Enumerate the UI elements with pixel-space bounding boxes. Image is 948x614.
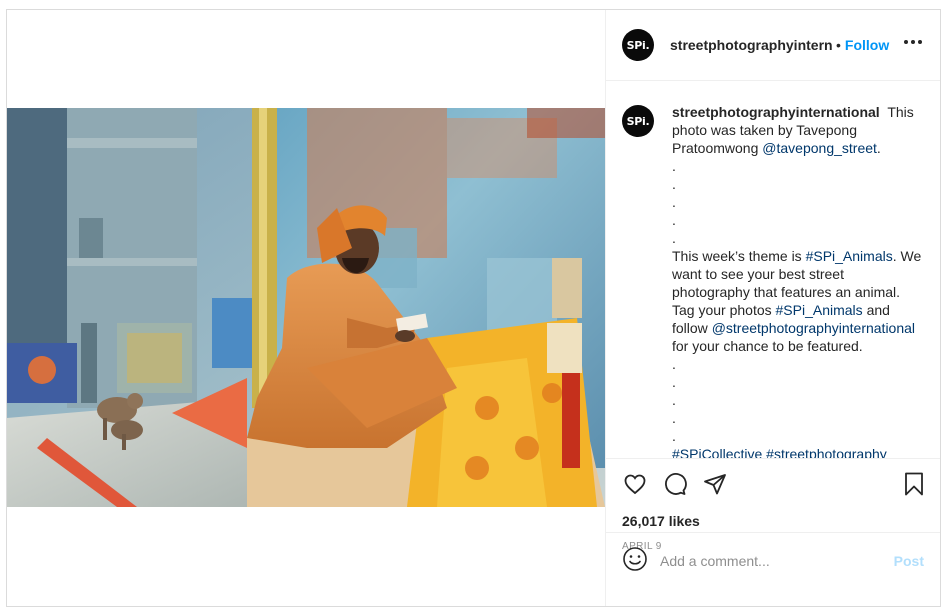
caption-dot-line: .: [672, 374, 676, 390]
caption-dot-line: .: [672, 356, 676, 372]
header-username[interactable]: streetphotographyinternational: [670, 37, 832, 53]
follow-button[interactable]: Follow: [845, 37, 889, 53]
caption-text: This week’s theme is: [672, 248, 802, 264]
caption-period: .: [876, 140, 881, 156]
profile-avatar[interactable]: SPi.: [622, 29, 654, 61]
caption-dot-line: .: [672, 392, 676, 408]
header-separator: •: [836, 37, 841, 53]
add-comment-bar: Add a comment... Post: [606, 532, 940, 588]
mention-link[interactable]: @tavepong_street: [762, 140, 877, 156]
mention-link[interactable]: @streetphotographyinternational: [712, 320, 915, 336]
post-header: SPi. streetphotographyinternational • Fo…: [606, 10, 940, 81]
post-photo[interactable]: [7, 108, 605, 507]
post-actions: 26,017 likes APRIL 9 Add a comment... Po…: [606, 458, 940, 588]
paper-plane-icon[interactable]: [702, 471, 728, 497]
caption-dot-line: .: [672, 428, 676, 444]
caption-dot-line: .: [672, 212, 676, 228]
comments-section[interactable]: SPi. streetphotographyinternational This…: [606, 81, 940, 458]
caption-avatar[interactable]: SPi.: [622, 105, 654, 137]
post-side-panel: SPi. streetphotographyinternational • Fo…: [605, 10, 940, 606]
likes-count[interactable]: 26,017 likes: [622, 513, 924, 529]
caption-dot-line: .: [672, 176, 676, 192]
caption-dot-line: .: [672, 158, 676, 174]
caption-dot-line: .: [672, 230, 676, 246]
hashtag-link[interactable]: #SPi_Animals: [776, 302, 863, 318]
caption-username[interactable]: streetphotographyinternational: [672, 104, 880, 120]
post-dialog: SPi. streetphotographyinternational • Fo…: [6, 9, 941, 607]
more-horizontal-icon[interactable]: [904, 40, 922, 44]
caption-dot-line: .: [672, 410, 676, 426]
heart-icon[interactable]: [622, 471, 648, 497]
post-comment-button[interactable]: Post: [894, 553, 924, 569]
post-caption: streetphotographyinternational This phot…: [672, 103, 924, 458]
comment-input[interactable]: Add a comment...: [660, 553, 894, 569]
action-icons: [622, 469, 924, 499]
comment-icon[interactable]: [662, 471, 688, 497]
bookmark-icon[interactable]: [902, 471, 926, 500]
hashtag-link[interactable]: #SPi_Animals: [806, 248, 893, 264]
smiley-icon[interactable]: [622, 546, 648, 575]
caption-dot-line: .: [672, 194, 676, 210]
caption-text: for your chance to be featured.: [672, 338, 863, 354]
hashtag-link[interactable]: #SPiCollective #streetphotography: [672, 446, 887, 458]
post-media: [7, 10, 605, 606]
